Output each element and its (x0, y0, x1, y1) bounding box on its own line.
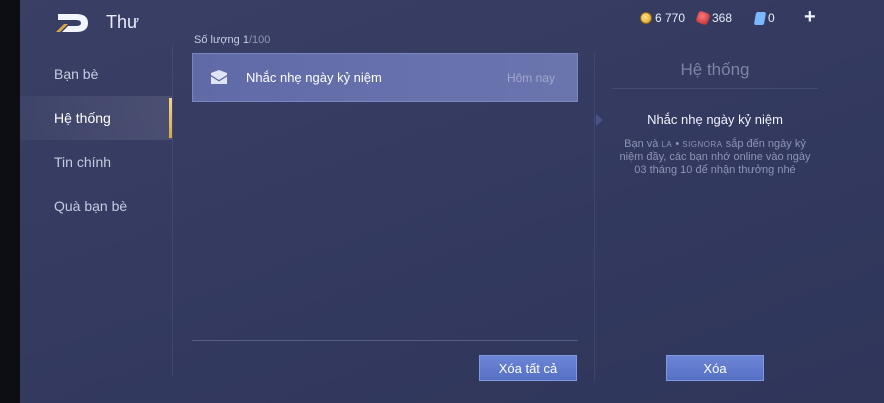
gold-coin-icon (640, 12, 652, 24)
detail-title: Nhắc nhẹ ngày kỷ niệm (647, 112, 783, 127)
voucher-icon (753, 11, 767, 25)
sidebar: Bạn bè Hệ thống Tin chính Quà bạn bè (20, 52, 172, 228)
detail-body-name-2: SIGNORA (682, 140, 723, 149)
currency-gold[interactable]: 6 770 (640, 11, 685, 25)
detail-body-prefix: Bạn và (624, 138, 662, 150)
envelope-icon (210, 70, 228, 85)
sidebar-divider (172, 46, 173, 376)
detail-heading: Hệ thống (680, 60, 750, 79)
currency-ruby[interactable]: 368 (695, 10, 733, 26)
screen-edge (0, 0, 20, 403)
ruby-icon (695, 10, 711, 26)
gold-amount: 6 770 (655, 11, 686, 25)
back-arrow-icon[interactable] (54, 10, 92, 36)
add-currency-button[interactable]: + (804, 7, 816, 27)
mail-count: Số lượng 1/100 (194, 34, 270, 46)
sidebar-item-main-news[interactable]: Tin chính (20, 140, 172, 184)
detail-body: Bạn và LA • SIGNORA sắp đến ngày kỷ niệm… (612, 138, 818, 177)
list-divider (192, 340, 578, 341)
sidebar-item-label: Tin chính (54, 154, 112, 170)
mail-time: Hôm nay (506, 71, 555, 85)
panel-divider (594, 52, 595, 382)
currency-voucher[interactable]: 0 (753, 11, 775, 25)
sidebar-item-friend-gifts[interactable]: Quà bạn bè (20, 184, 172, 228)
sidebar-item-system[interactable]: Hệ thống (20, 96, 172, 140)
sidebar-item-label: Quà bạn bè (54, 198, 128, 214)
detail-heading-divider (612, 88, 818, 89)
mail-list-item[interactable]: Nhắc nhẹ ngày kỷ niệm Hôm nay (192, 53, 578, 102)
mail-subject: Nhắc nhẹ ngày kỷ niệm (246, 70, 382, 85)
sidebar-item-label: Hệ thống (54, 110, 111, 126)
mail-count-current: Số lượng 1 (194, 34, 249, 46)
voucher-amount: 0 (768, 11, 775, 25)
sidebar-item-label: Bạn bè (54, 66, 99, 82)
delete-button[interactable]: Xóa (666, 355, 764, 381)
mail-count-total: /100 (248, 34, 271, 46)
detail-body-name-1: LA (661, 140, 673, 149)
detail-body-separator: • (672, 138, 683, 150)
delete-all-button[interactable]: Xóa tất cả (479, 355, 577, 381)
sidebar-item-friends[interactable]: Bạn bè (20, 52, 172, 96)
page-title: Thư (106, 12, 140, 32)
ruby-amount: 368 (712, 11, 733, 25)
pointer-arrow-icon (596, 114, 603, 126)
